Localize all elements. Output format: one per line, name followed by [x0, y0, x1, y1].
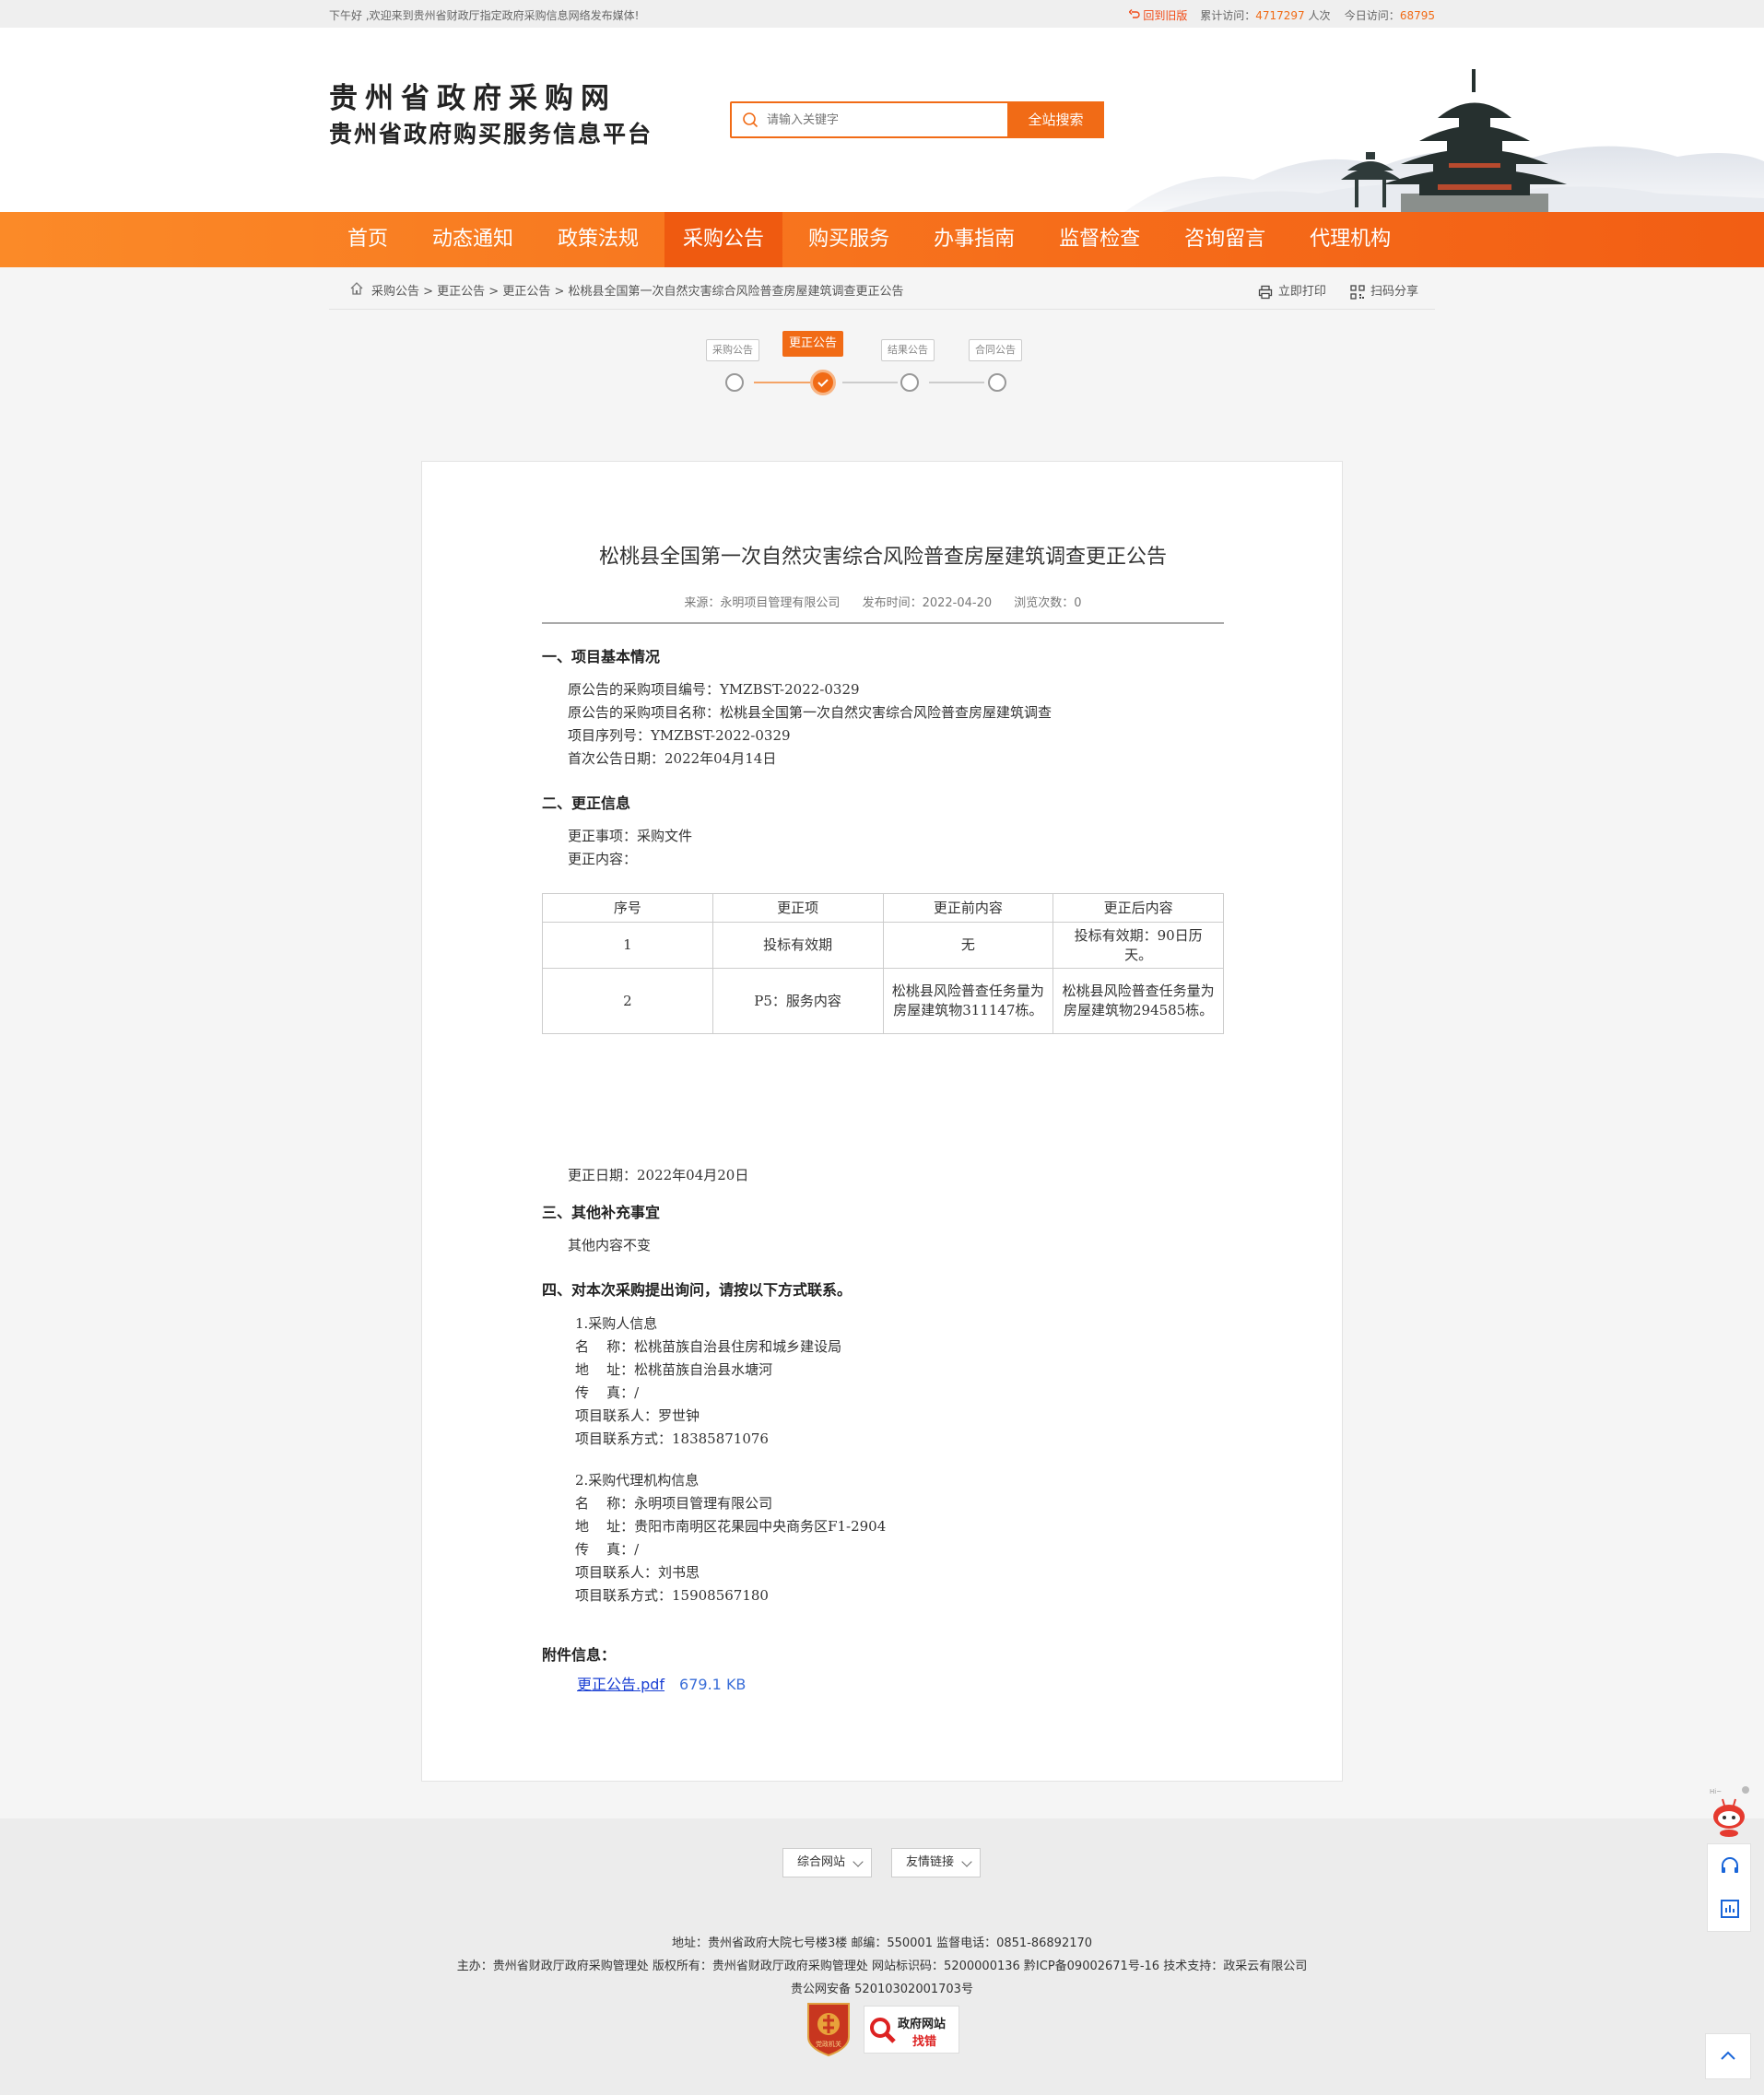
step-label-correction[interactable]: 更正公告 — [782, 331, 844, 357]
site-subtitle: 贵州省政府购买服务信息平台 — [329, 121, 653, 147]
today-visits-label: 今日访问： — [1344, 9, 1400, 22]
nav-item-guide[interactable]: 办事指南 — [915, 212, 1033, 267]
attachment-link[interactable]: 更正公告.pdf — [577, 1676, 664, 1693]
announcement-steps: 采购公告 更正公告 结果公告 合同公告 — [706, 330, 1038, 404]
breadcrumb: 采购公告 > 更正公告 > 更正公告 > 松桃县全国第一次自然灾害综合风险普查房… — [329, 267, 1435, 310]
site-header: 贵州省政府采购网 贵州省政府购买服务信息平台 全站搜索 — [0, 28, 1764, 212]
search-box: 全站搜索 — [730, 101, 1104, 138]
step-dot-contract[interactable] — [988, 373, 1006, 392]
pavilion-scenery-image — [1124, 69, 1764, 212]
print-label: 立即打印 — [1277, 285, 1326, 299]
search-input[interactable] — [767, 105, 997, 135]
site-title: 贵州省政府采购网 — [329, 82, 617, 115]
attachment-section: 附件信息： 更正公告.pdf 679.1 KB — [542, 462, 1224, 1752]
step-dot-result[interactable] — [900, 373, 919, 392]
site-links-label: 综合网站 — [797, 1855, 846, 1869]
total-visits-value: 4717297 — [1255, 9, 1305, 22]
chevron-up-icon — [1721, 2051, 1735, 2060]
total-visits-unit: 人次 — [1308, 9, 1331, 22]
attachment-heading: 附件信息： — [542, 1646, 617, 1664]
step-label-result[interactable]: 结果公告 — [881, 339, 935, 361]
site-links-select[interactable]: 综合网站 — [782, 1848, 873, 1877]
qr-code-icon — [1350, 284, 1365, 300]
nav-item-policy[interactable]: 政策法规 — [539, 212, 657, 267]
nav-item-consult[interactable]: 咨询留言 — [1166, 212, 1284, 267]
top-bar: 下午好 ,欢迎来到贵州省财政厅指定政府采购信息网络发布媒体! 回到旧版 累计访问… — [0, 0, 1764, 28]
friend-links-select[interactable]: 友情链接 — [891, 1848, 982, 1877]
step-connector — [754, 382, 818, 383]
search-icon — [743, 112, 759, 128]
total-visits-label: 累计访问： — [1200, 9, 1256, 22]
nav-item-supervision[interactable]: 监督检查 — [1041, 212, 1158, 267]
badge-subtitle: 找错 — [912, 2035, 937, 2049]
back-to-top-button[interactable] — [1705, 2033, 1751, 2079]
report-chart-icon[interactable] — [1719, 1898, 1741, 1920]
party-government-badge[interactable]: 党政机关 — [805, 2000, 853, 2057]
share-button[interactable]: 扫码分享 — [1350, 281, 1418, 300]
share-label: 扫码分享 — [1370, 285, 1418, 299]
gov-site-error-report-badge[interactable]: 政府网站 找错 — [864, 2006, 959, 2054]
print-button[interactable]: 立即打印 — [1258, 281, 1326, 300]
friend-links-label: 友情链接 — [906, 1855, 955, 1869]
main-nav: 首页 动态通知 政策法规 采购公告 购买服务 办事指南 监督检查 咨询留言 代理… — [0, 212, 1764, 267]
step-label-contract[interactable]: 合同公告 — [969, 339, 1022, 361]
magnifier-icon — [870, 2018, 896, 2043]
visit-stats: 回到旧版 累计访问：4717297 人次 今日访问：68795 — [1128, 7, 1435, 23]
robot-greeting: Hi~ — [1710, 1788, 1722, 1795]
nav-item-services[interactable]: 购买服务 — [790, 212, 908, 267]
site-footer: 综合网站 友情链接 地址：贵州省政府大院七号楼3楼 邮编：550001 监督电话… — [0, 1818, 1764, 2095]
nav-item-home[interactable]: 首页 — [329, 212, 406, 267]
nav-item-agency[interactable]: 代理机构 — [1291, 212, 1409, 267]
badge-title: 政府网站 — [898, 2018, 947, 2031]
article-card: 松桃县全国第一次自然灾害综合风险普查房屋建筑调查更正公告 来源：永明项目管理有限… — [421, 461, 1343, 1782]
step-label-purchase[interactable]: 采购公告 — [706, 339, 759, 361]
article-tools: 立即打印 扫码分享 — [1238, 281, 1418, 300]
chevron-down-icon — [853, 1856, 864, 1867]
welcome-text: 下午好 ,欢迎来到贵州省财政厅指定政府采购信息网络发布媒体! — [329, 9, 640, 22]
nav-item-procurement[interactable]: 采购公告 — [664, 212, 783, 267]
old-site-link[interactable]: 回到旧版 — [1143, 9, 1187, 22]
printer-icon — [1258, 285, 1272, 299]
attachment-item: 更正公告.pdf 679.1 KB — [577, 1672, 746, 1694]
attachment-size: 679.1 KB — [679, 1676, 747, 1693]
nav-item-news[interactable]: 动态通知 — [414, 212, 532, 267]
svg-text:党政机关: 党政机关 — [816, 2040, 841, 2048]
breadcrumb-path[interactable]: 采购公告 > 更正公告 > 更正公告 > 松桃县全国第一次自然灾害综合风险普查房… — [371, 281, 903, 299]
search-button[interactable]: 全站搜索 — [1007, 101, 1104, 138]
site-logo[interactable]: 贵州省政府采购网 贵州省政府购买服务信息平台 — [329, 82, 653, 147]
undo-icon — [1128, 9, 1140, 18]
step-connector — [842, 382, 898, 383]
step-dot-purchase[interactable] — [725, 373, 744, 392]
today-visits-value: 68795 — [1399, 9, 1435, 22]
footer-copyright: 主办：贵州省财政厅政府采购管理处 版权所有：贵州省财政厅政府采购管理处 网站标识… — [456, 1960, 1308, 1973]
side-tool-panel — [1707, 1843, 1751, 1932]
check-icon — [817, 379, 829, 387]
footer-security-record[interactable]: 贵公网安备 52010302001703号 — [0, 1978, 1764, 2001]
footer-address: 地址：贵州省政府大院七号楼3楼 邮编：550001 监督电话：0851-8689… — [671, 1936, 1093, 1950]
step-connector — [929, 382, 984, 383]
step-dot-correction[interactable] — [810, 370, 836, 395]
customer-service-icon[interactable] — [1719, 1855, 1741, 1877]
chevron-down-icon — [961, 1856, 972, 1867]
robot-assistant-icon[interactable]: Hi~ — [1707, 1786, 1751, 1840]
home-icon[interactable] — [349, 281, 364, 296]
